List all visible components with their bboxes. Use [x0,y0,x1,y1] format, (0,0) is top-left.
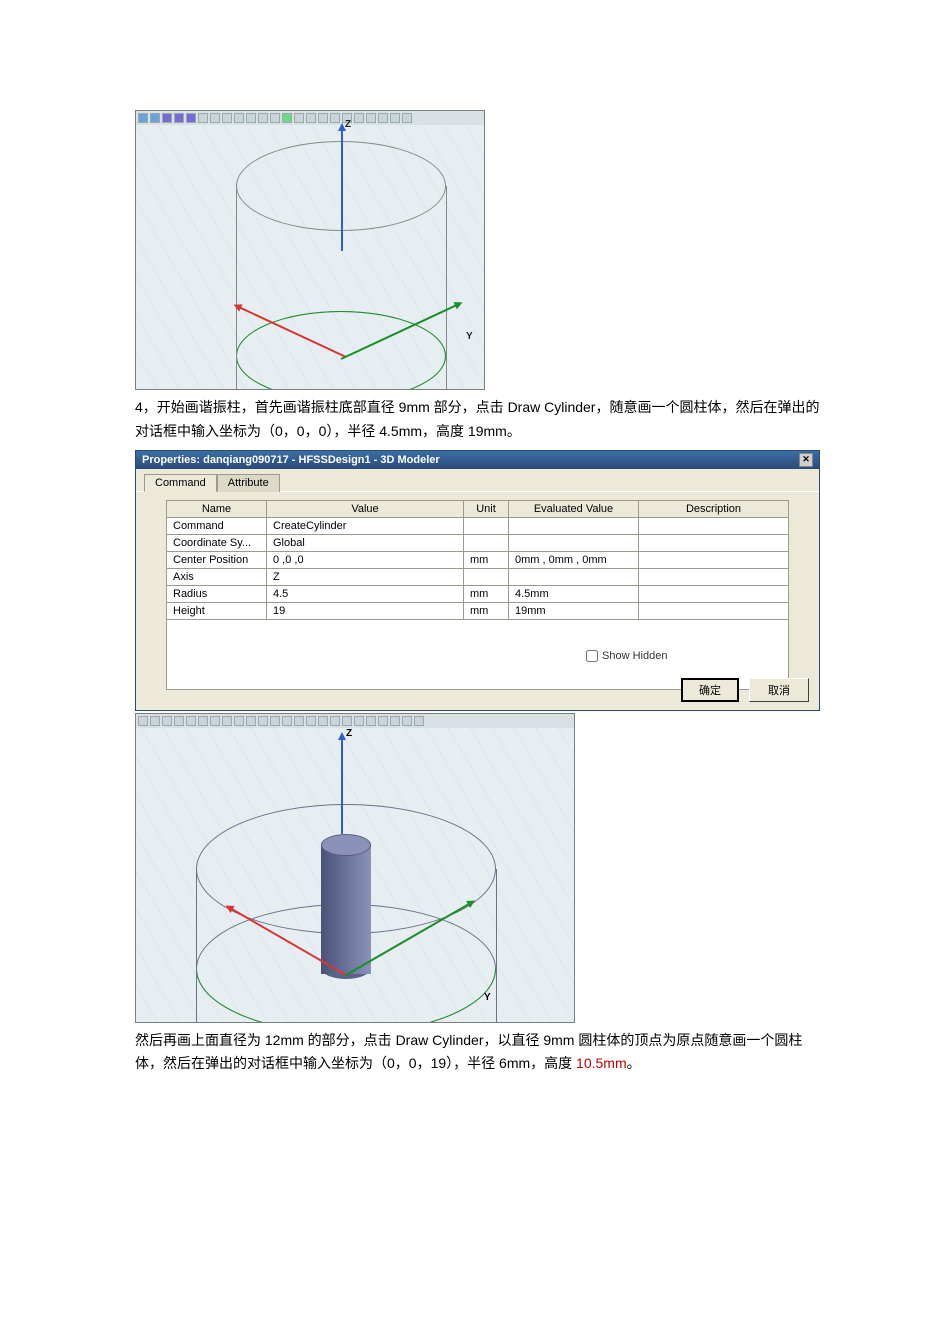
cell-value[interactable]: CreateCylinder [267,517,464,534]
dialog-titlebar: Properties: danqiang090717 - HFSSDesign1… [136,451,819,469]
cylinder-side-left [236,186,237,390]
cell-description [639,602,789,619]
show-hidden-input[interactable] [586,650,598,662]
cell-description [639,568,789,585]
show-hidden-checkbox[interactable]: Show Hidden [166,650,789,662]
cell-name: Axis [167,568,267,585]
viewport-toolbar [136,111,484,125]
cell-description [639,517,789,534]
cell-unit [464,534,509,551]
cylinder-body [321,844,371,974]
cell-evaluated: 4.5mm [509,585,639,602]
axis-z [341,125,343,251]
viewport2-toolbar [136,714,574,728]
cell-value[interactable]: Global [267,534,464,551]
table-row[interactable]: Center Position0 ,0 ,0mm0mm , 0mm , 0mm [167,551,789,568]
cell-name: Center Position [167,551,267,568]
dialog-close-button[interactable]: ✕ [799,453,813,467]
tab-attribute[interactable]: Attribute [217,474,280,492]
cell-unit [464,568,509,585]
cell-evaluated [509,568,639,585]
cylinder-top-cap [321,834,371,856]
cancel-button[interactable]: 取消 [749,678,809,702]
col-evaluated: Evaluated Value [509,500,639,517]
show-hidden-label: Show Hidden [602,650,667,662]
outer-side-left [196,869,197,1023]
col-name: Name [167,500,267,517]
properties-table: Name Value Unit Evaluated Value Descript… [166,500,789,620]
axis2-z [341,734,343,834]
cell-evaluated [509,517,639,534]
cell-unit: mm [464,585,509,602]
axis2-y-label: Y [484,992,491,1003]
ok-button[interactable]: 确定 [681,678,739,702]
table-row[interactable]: AxisZ [167,568,789,585]
cell-unit [464,517,509,534]
para2-part1: 然后再画上面直径为 12mm 的部分，点击 Draw Cylinder，以直径 … [135,1032,802,1072]
cell-evaluated: 0mm , 0mm , 0mm [509,551,639,568]
col-value: Value [267,500,464,517]
cell-evaluated [509,534,639,551]
axis-z-label: Z [345,119,351,130]
table-row[interactable]: Height19mm19mm [167,602,789,619]
step4-paragraph: 4，开始画谐振柱，首先画谐振柱底部直径 9mm 部分，点击 Draw Cylin… [135,396,830,444]
cell-description [639,551,789,568]
dialog-tabstrip: Command Attribute [136,469,819,492]
cylinder-side-right [446,186,447,390]
solid-cylinder [321,834,371,979]
step-next-paragraph: 然后再画上面直径为 12mm 的部分，点击 Draw Cylinder，以直径 … [135,1029,830,1077]
cell-value[interactable]: 19 [267,602,464,619]
col-description: Description [639,500,789,517]
outer-side-right [496,869,497,1023]
cell-unit: mm [464,602,509,619]
table-row[interactable]: Radius4.5mm4.5mm [167,585,789,602]
tab-command[interactable]: Command [144,474,217,492]
cell-name: Command [167,517,267,534]
axis-y-label: Y [466,331,473,342]
col-unit: Unit [464,500,509,517]
para2-part2: 。 [627,1055,641,1071]
cell-name: Height [167,602,267,619]
cell-value[interactable]: 4.5 [267,585,464,602]
viewport-hollow-cylinder: Z Y [135,110,485,390]
cell-value[interactable]: 0 ,0 ,0 [267,551,464,568]
table-row[interactable]: Coordinate Sy...Global [167,534,789,551]
table-row[interactable]: CommandCreateCylinder [167,517,789,534]
properties-dialog: Properties: danqiang090717 - HFSSDesign1… [135,450,820,711]
cell-description [639,585,789,602]
cell-description [639,534,789,551]
para2-red: 10.5mm [576,1055,627,1071]
cell-unit: mm [464,551,509,568]
dialog-title-text: Properties: danqiang090717 - HFSSDesign1… [142,454,440,466]
cell-evaluated: 19mm [509,602,639,619]
cell-value[interactable]: Z [267,568,464,585]
viewport-solid-cylinder: Z Y [135,713,575,1023]
axis2-z-label: Z [346,728,352,739]
cell-name: Radius [167,585,267,602]
cell-name: Coordinate Sy... [167,534,267,551]
